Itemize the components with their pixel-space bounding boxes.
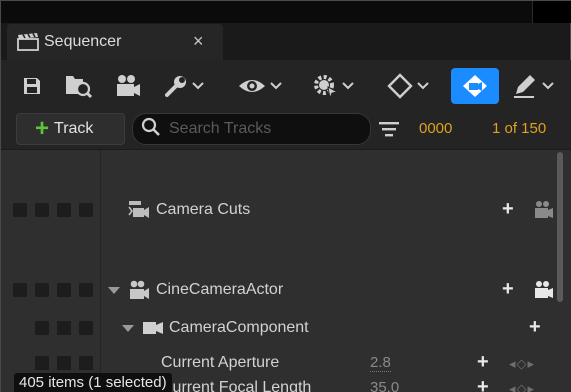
track-label: Current Aperture [161,354,280,371]
gear-icon [311,72,339,100]
track-label: Camera Cuts [156,201,251,218]
save-button[interactable] [21,68,43,104]
track-toggle[interactable] [35,283,49,297]
key-navigation-icon[interactable]: ◂◇▸ [509,356,535,372]
track-toggle[interactable] [57,356,71,370]
track-toggle[interactable] [79,283,93,297]
chevron-down-icon [192,82,204,90]
diamond-key-icon [386,72,414,100]
track-row-cine-camera-actor[interactable]: CineCameraActor + [1,276,557,306]
track-toggle[interactable] [79,203,93,217]
pencil-icon [511,72,539,100]
filter-icon [378,122,400,142]
search-input[interactable] [169,120,359,138]
camera-button[interactable] [113,68,143,104]
key-navigation-icon[interactable]: ◂◇▸ [509,381,535,392]
expand-caret-icon[interactable] [108,287,120,294]
plus-icon: + [35,115,50,142]
edit-mode-button[interactable] [511,68,554,104]
vertical-scrollbar[interactable] [557,152,563,302]
add-key-icon[interactable]: + [477,352,489,372]
track-label: CameraComponent [169,319,309,336]
sequencer-panel: + Track Search Tracks 0000 1 of 150 Came… [1,60,571,392]
filter-button[interactable] [378,120,400,143]
find-in-browser-icon [63,72,93,100]
chevron-down-icon [342,82,354,90]
add-icon[interactable]: + [502,199,514,219]
chevron-down-icon [417,82,429,90]
camera-component-icon [141,318,165,343]
track-tree: Camera Cuts + CineCameraActor + CameraCo… [1,149,571,392]
track-toggle[interactable] [13,203,27,217]
track-row-camera-cuts[interactable]: Camera Cuts + [1,195,557,225]
window-notch [532,1,571,23]
track-toggle[interactable] [35,321,49,335]
tools-menu-button[interactable] [163,68,204,104]
cine-camera-actor-icon [127,278,151,307]
wrench-icon [163,73,189,99]
add-icon[interactable]: + [502,279,514,299]
track-toggle[interactable] [57,283,71,297]
title-strip [1,1,571,23]
tab-title: Sequencer [44,33,122,50]
tab-sequencer[interactable]: Sequencer × [7,24,223,60]
view-options-button[interactable] [237,68,282,104]
camera-cuts-icon [127,197,151,226]
camera-icon[interactable] [533,280,555,305]
track-toggle[interactable] [35,356,49,370]
eye-icon [237,76,267,96]
close-icon[interactable]: × [193,31,204,52]
track-label: Current Focal Length [161,379,312,392]
expand-caret-icon[interactable] [122,325,134,332]
track-row-camera-component[interactable]: CameraComponent + [1,314,557,344]
track-toggle[interactable] [79,356,93,370]
chevron-down-icon [542,82,554,90]
sequencer-window: Sequencer × + Track Search Tracks 0000 1… [0,0,571,392]
key-options-button[interactable] [386,68,429,104]
search-icon [141,117,161,142]
camera-icon [113,73,143,99]
add-track-label: Track [54,120,94,137]
find-in-content-browser-button[interactable] [63,68,93,104]
clapperboard-icon [17,33,39,51]
track-toggle[interactable] [57,321,71,335]
track-toggle[interactable] [13,283,27,297]
add-icon[interactable]: + [529,317,541,337]
playback-range-display[interactable]: 1 of 150 [492,120,546,137]
track-toggle[interactable] [79,321,93,335]
search-box [132,113,371,145]
toolbar [1,60,571,110]
track-toggle[interactable] [35,203,49,217]
property-value[interactable]: 35.0 [370,379,399,392]
playback-options-button[interactable] [311,68,354,104]
camera-lock-icon [460,73,490,99]
track-controls-bar: + Track Search Tracks 0000 1 of 150 [1,112,571,146]
add-track-button[interactable]: + Track [16,113,125,145]
track-label: CineCameraActor [156,281,284,298]
property-value[interactable]: 2.8 [370,354,391,372]
current-time-display[interactable]: 0000 [419,120,452,137]
camera-lock-button[interactable] [451,68,499,104]
camera-icon[interactable] [533,200,555,225]
save-icon [21,75,43,97]
chevron-down-icon [270,82,282,90]
add-key-icon[interactable]: + [477,377,489,392]
status-tooltip: 405 items (1 selected) [14,373,172,392]
track-toggle[interactable] [57,203,71,217]
